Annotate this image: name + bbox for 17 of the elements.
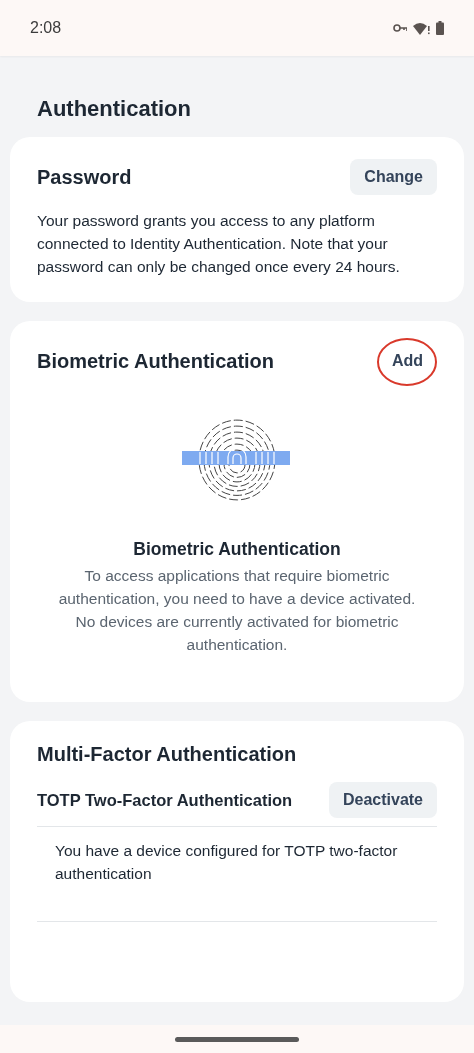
wifi-icon [413,21,430,35]
fingerprint-icon [182,419,292,501]
page-title: Authentication [37,96,192,122]
empty-state-title: Biometric Authentication [133,539,341,560]
method-description: You have a device configured for TOTP two-factor authentication [37,827,437,922]
home-handle[interactable] [175,1036,299,1042]
battery-icon [436,21,444,35]
card-title: Password [37,165,132,189]
deactivate-button[interactable]: Deactivate [328,782,437,818]
card-title: Multi-Factor Authentication [37,743,298,766]
card-title: Biometric Authentication [37,349,275,373]
empty-state-text: To access applications that require biometric authentication, you need to have a device activated. No devices are currently activated for biometric authentication. [57,566,417,655]
status-time: 2:08 [30,19,62,37]
method-title: TOTP Two-Factor Authentication [37,790,293,810]
password-description: Your password grants you access to any platform connected to Identity Authentication. Note that your password can only be changed once every 24 hours. [37,211,401,277]
change-button[interactable]: Change [350,159,437,195]
key-icon [393,24,407,32]
